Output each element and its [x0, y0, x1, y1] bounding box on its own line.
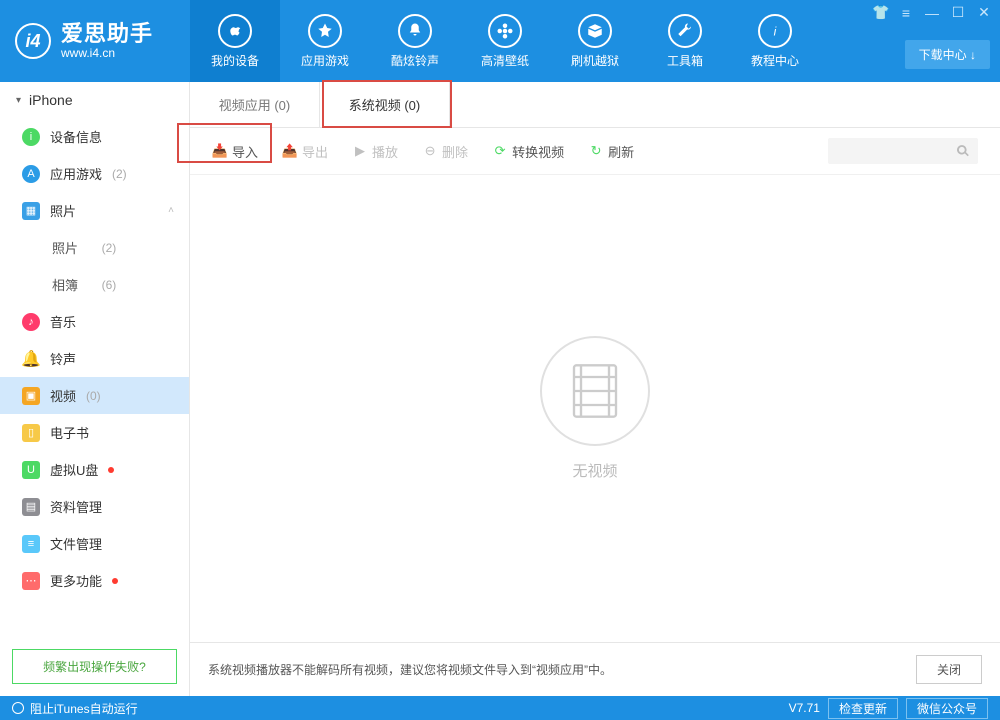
badge-dot: [112, 578, 118, 584]
import-icon: 📥: [212, 143, 228, 159]
tab-system-video[interactable]: 系统视频 (0): [320, 82, 450, 127]
version-label: V7.71: [789, 701, 820, 715]
logo: i4 爱思助手 www.i4.cn: [0, 0, 190, 82]
app-header: i4 爱思助手 www.i4.cn 我的设备 应用游戏 酷炫铃声 高清壁纸 刷机…: [0, 0, 1000, 82]
search-icon: [956, 144, 970, 158]
svg-text:i: i: [774, 24, 777, 38]
sidebar-device-info[interactable]: i设备信息: [0, 118, 189, 155]
nav-tutorials[interactable]: i 教程中心: [730, 0, 820, 82]
info-icon: i: [22, 128, 40, 146]
play-button: ▶播放: [352, 142, 398, 161]
export-icon: 📤: [282, 143, 298, 159]
udisk-icon: U: [22, 461, 40, 479]
sidebar-udisk[interactable]: U虚拟U盘: [0, 451, 189, 488]
hint-bar: 系统视频播放器不能解码所有视频，建议您将视频文件导入到“视频应用”中。 关闭: [190, 642, 1000, 696]
sidebar-ebook[interactable]: ▯电子书: [0, 414, 189, 451]
bell-icon: [398, 14, 432, 48]
chevron-up-icon: ˄: [168, 205, 174, 216]
wechat-button[interactable]: 微信公众号: [906, 698, 988, 719]
minimize-icon[interactable]: —: [924, 5, 940, 21]
sidebar-photos-all[interactable]: 照片 (2): [0, 229, 189, 266]
apple-icon: [218, 14, 252, 48]
tab-video-apps[interactable]: 视频应用 (0): [190, 82, 320, 127]
badge-dot: [108, 467, 114, 473]
delete-icon: ⊖: [422, 143, 438, 159]
sidebar-music[interactable]: ♪音乐: [0, 303, 189, 340]
app-title: 爱思助手: [61, 22, 153, 46]
sidebar-photos[interactable]: ▦照片˄: [0, 192, 189, 229]
photo-icon: ▦: [22, 202, 40, 220]
sidebar-files[interactable]: ≡文件管理: [0, 525, 189, 562]
hint-text: 系统视频播放器不能解码所有视频，建议您将视频文件导入到“视频应用”中。: [208, 661, 612, 678]
itunes-block-toggle[interactable]: 阻止iTunes自动运行: [30, 700, 138, 717]
close-icon[interactable]: ✕: [976, 4, 992, 21]
app-site: www.i4.cn: [61, 47, 153, 60]
info-icon: i: [758, 14, 792, 48]
skin-icon[interactable]: 👕: [872, 4, 888, 21]
content-area: 视频应用 (0) 系统视频 (0) 📥导入 📤导出 ▶播放 ⊖删除 ⟳转换视频 …: [190, 82, 1000, 696]
nav-jailbreak[interactable]: 刷机越狱: [550, 0, 640, 82]
help-link[interactable]: 频繁出现操作失败?: [12, 649, 177, 684]
play-icon: ▶: [352, 143, 368, 159]
refresh-button[interactable]: ↻刷新: [588, 142, 634, 161]
window-controls: 👕 ≡ — ☐ ✕: [872, 4, 992, 21]
book-icon: ▯: [22, 424, 40, 442]
sidebar-data[interactable]: ▤资料管理: [0, 488, 189, 525]
data-icon: ▤: [22, 498, 40, 516]
download-center-button[interactable]: 下载中心 ↓: [905, 40, 990, 69]
menu-icon[interactable]: ≡: [898, 5, 914, 21]
tabs: 视频应用 (0) 系统视频 (0): [190, 82, 1000, 128]
music-icon: ♪: [22, 313, 40, 331]
bell-icon: 🔔: [22, 350, 40, 368]
sidebar-video[interactable]: ▣视频(0): [0, 377, 189, 414]
video-icon: ▣: [22, 387, 40, 405]
logo-icon: i4: [15, 23, 51, 59]
nav-apps[interactable]: 应用游戏: [280, 0, 370, 82]
empty-state: 无视频: [190, 175, 1000, 642]
refresh-icon: ↻: [588, 143, 604, 159]
more-icon: ⋯: [22, 572, 40, 590]
delete-button: ⊖删除: [422, 142, 468, 161]
maximize-icon[interactable]: ☐: [950, 4, 966, 21]
sidebar-more[interactable]: ⋯更多功能: [0, 562, 189, 599]
flower-icon: [488, 14, 522, 48]
sidebar-photos-albums[interactable]: 相簿 (6): [0, 266, 189, 303]
appstore-icon: A: [22, 165, 40, 183]
sidebar: iPhone i设备信息 A应用游戏(2) ▦照片˄ 照片 (2) 相簿 (6)…: [0, 82, 190, 696]
status-bar: 阻止iTunes自动运行 V7.71 检查更新 微信公众号: [0, 696, 1000, 720]
sidebar-ringtones[interactable]: 🔔铃声: [0, 340, 189, 377]
export-button: 📤导出: [282, 142, 328, 161]
appstore-icon: [308, 14, 342, 48]
convert-icon: ⟳: [492, 143, 508, 159]
nav-wallpaper[interactable]: 高清壁纸: [460, 0, 550, 82]
toolbar: 📥导入 📤导出 ▶播放 ⊖删除 ⟳转换视频 ↻刷新: [190, 128, 1000, 175]
close-hint-button[interactable]: 关闭: [916, 655, 982, 684]
sidebar-apps[interactable]: A应用游戏(2): [0, 155, 189, 192]
import-button[interactable]: 📥导入: [212, 142, 258, 161]
nav-ringtones[interactable]: 酷炫铃声: [370, 0, 460, 82]
device-selector[interactable]: iPhone: [0, 82, 189, 118]
wrench-icon: [668, 14, 702, 48]
convert-button[interactable]: ⟳转换视频: [492, 142, 564, 161]
search-input[interactable]: [828, 138, 978, 164]
nav-my-device[interactable]: 我的设备: [190, 0, 280, 82]
status-indicator-icon: [12, 702, 24, 714]
empty-icon: [540, 336, 650, 446]
nav-toolbox[interactable]: 工具箱: [640, 0, 730, 82]
check-update-button[interactable]: 检查更新: [828, 698, 898, 719]
files-icon: ≡: [22, 535, 40, 553]
box-icon: [578, 14, 612, 48]
empty-text: 无视频: [572, 460, 617, 481]
